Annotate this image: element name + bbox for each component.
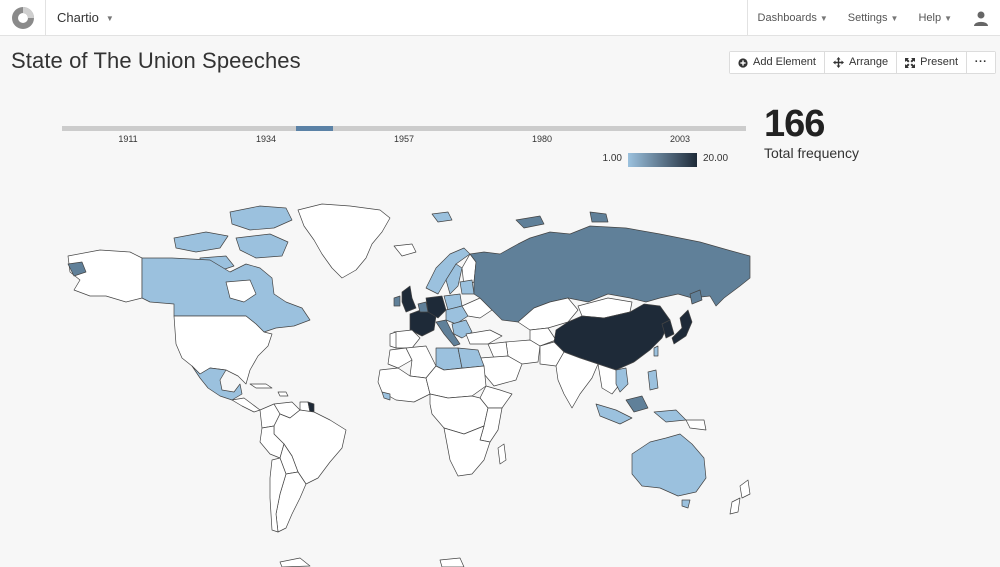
- country-greenland[interactable]: [297, 203, 391, 279]
- chevron-down-icon: ▼: [890, 13, 899, 23]
- timeline-tick: 2003: [669, 134, 691, 144]
- country-philippines[interactable]: [647, 369, 659, 391]
- timeline-tick: 1980: [531, 134, 553, 144]
- country-png[interactable]: [685, 419, 707, 431]
- country-benelux[interactable]: [417, 301, 429, 313]
- country-taiwan[interactable]: [653, 345, 659, 357]
- country-caribbean[interactable]: [277, 391, 289, 397]
- legend-min-label: 1.00: [602, 153, 622, 164]
- nav-dashboards[interactable]: Dashboards ▼: [748, 0, 838, 36]
- country-central-america[interactable]: [231, 397, 261, 413]
- move-arrows-icon: [832, 57, 844, 68]
- country-svalbard[interactable]: [431, 211, 453, 223]
- user-menu[interactable]: [962, 0, 1000, 36]
- page-title: State of The Union Speeches: [11, 48, 301, 73]
- country-usa-alaska[interactable]: [67, 249, 143, 303]
- present-label: Present: [920, 56, 959, 68]
- country-new-zealand[interactable]: [739, 479, 751, 499]
- total-frequency-value: 166: [764, 103, 825, 145]
- present-button[interactable]: Present: [897, 52, 968, 73]
- timeline-tick: 1911: [118, 134, 138, 144]
- country-portugal[interactable]: [389, 331, 397, 349]
- antarctica-fragment: [279, 557, 311, 567]
- nav-dashboards-label: Dashboards: [757, 12, 817, 24]
- user-icon: [974, 11, 988, 26]
- chartio-logo-icon[interactable]: [0, 0, 46, 36]
- plus-circle-icon: [738, 57, 748, 68]
- nav-help[interactable]: Help ▼: [908, 0, 962, 36]
- nav-help-label: Help: [918, 12, 942, 24]
- country-russia-islands[interactable]: [515, 215, 545, 229]
- ellipsis-icon: ···: [974, 56, 988, 68]
- country-indonesia-borneo[interactable]: [625, 395, 649, 413]
- legend-max-label: 20.00: [703, 153, 729, 164]
- arrange-button[interactable]: Arrange: [824, 52, 898, 73]
- country-indonesia[interactable]: [595, 403, 633, 425]
- country-madagascar[interactable]: [497, 443, 507, 465]
- country-cuba[interactable]: [249, 383, 273, 389]
- chevron-down-icon: ▼: [105, 13, 114, 23]
- country-indonesia-east[interactable]: [653, 409, 687, 423]
- country-canada-islands[interactable]: [173, 231, 229, 253]
- project-name: Chartio: [57, 10, 99, 25]
- world-choropleth-map: [60, 198, 752, 567]
- country-vietnam[interactable]: [615, 367, 629, 393]
- more-options-button[interactable]: ···: [967, 52, 996, 73]
- timeline-tick: 1934: [255, 134, 277, 144]
- main-nav: Dashboards ▼ Settings ▼ Help ▼: [746, 0, 1000, 36]
- country-chad-sudan[interactable]: [425, 365, 487, 399]
- legend-color-scale: [628, 153, 697, 167]
- dashboard-toolbar: Add Element Arrange Present ···: [729, 51, 997, 74]
- country-japan[interactable]: [671, 309, 693, 345]
- timeline-tick: 1957: [393, 134, 415, 144]
- country-saudi-arabia[interactable]: [479, 355, 523, 387]
- country-baltics[interactable]: [459, 279, 475, 295]
- world-map-svg: [67, 203, 751, 567]
- project-menu[interactable]: Chartio ▼: [57, 0, 114, 36]
- total-frequency-label: Total frequency: [764, 145, 859, 161]
- country-canada-islands[interactable]: [229, 205, 293, 231]
- nav-settings[interactable]: Settings ▼: [838, 0, 909, 36]
- antarctica-fragment: [439, 557, 465, 567]
- top-navigation-bar: Chartio ▼ Dashboards ▼ Settings ▼ Help ▼: [0, 0, 1000, 36]
- country-uk[interactable]: [401, 285, 417, 313]
- country-canada-islands[interactable]: [235, 233, 289, 259]
- country-iraq-syria[interactable]: [487, 341, 509, 359]
- timeline-selected-range[interactable]: [296, 126, 333, 131]
- add-element-label: Add Element: [753, 56, 816, 68]
- fullscreen-icon: [905, 57, 916, 68]
- country-egypt[interactable]: [457, 347, 485, 369]
- chevron-down-icon: ▼: [819, 13, 828, 23]
- country-russia-islands[interactable]: [589, 211, 609, 223]
- arrange-label: Arrange: [848, 56, 889, 68]
- country-ireland[interactable]: [393, 295, 401, 307]
- country-tasmania[interactable]: [681, 499, 691, 509]
- chevron-down-icon: ▼: [944, 13, 952, 23]
- add-element-button[interactable]: Add Element: [730, 52, 825, 73]
- country-new-zealand-south[interactable]: [729, 497, 741, 515]
- year-timeline-slider[interactable]: [62, 126, 746, 131]
- nav-settings-label: Settings: [847, 12, 888, 24]
- country-iceland[interactable]: [393, 243, 417, 257]
- country-australia[interactable]: [631, 433, 707, 497]
- country-libya[interactable]: [435, 347, 463, 371]
